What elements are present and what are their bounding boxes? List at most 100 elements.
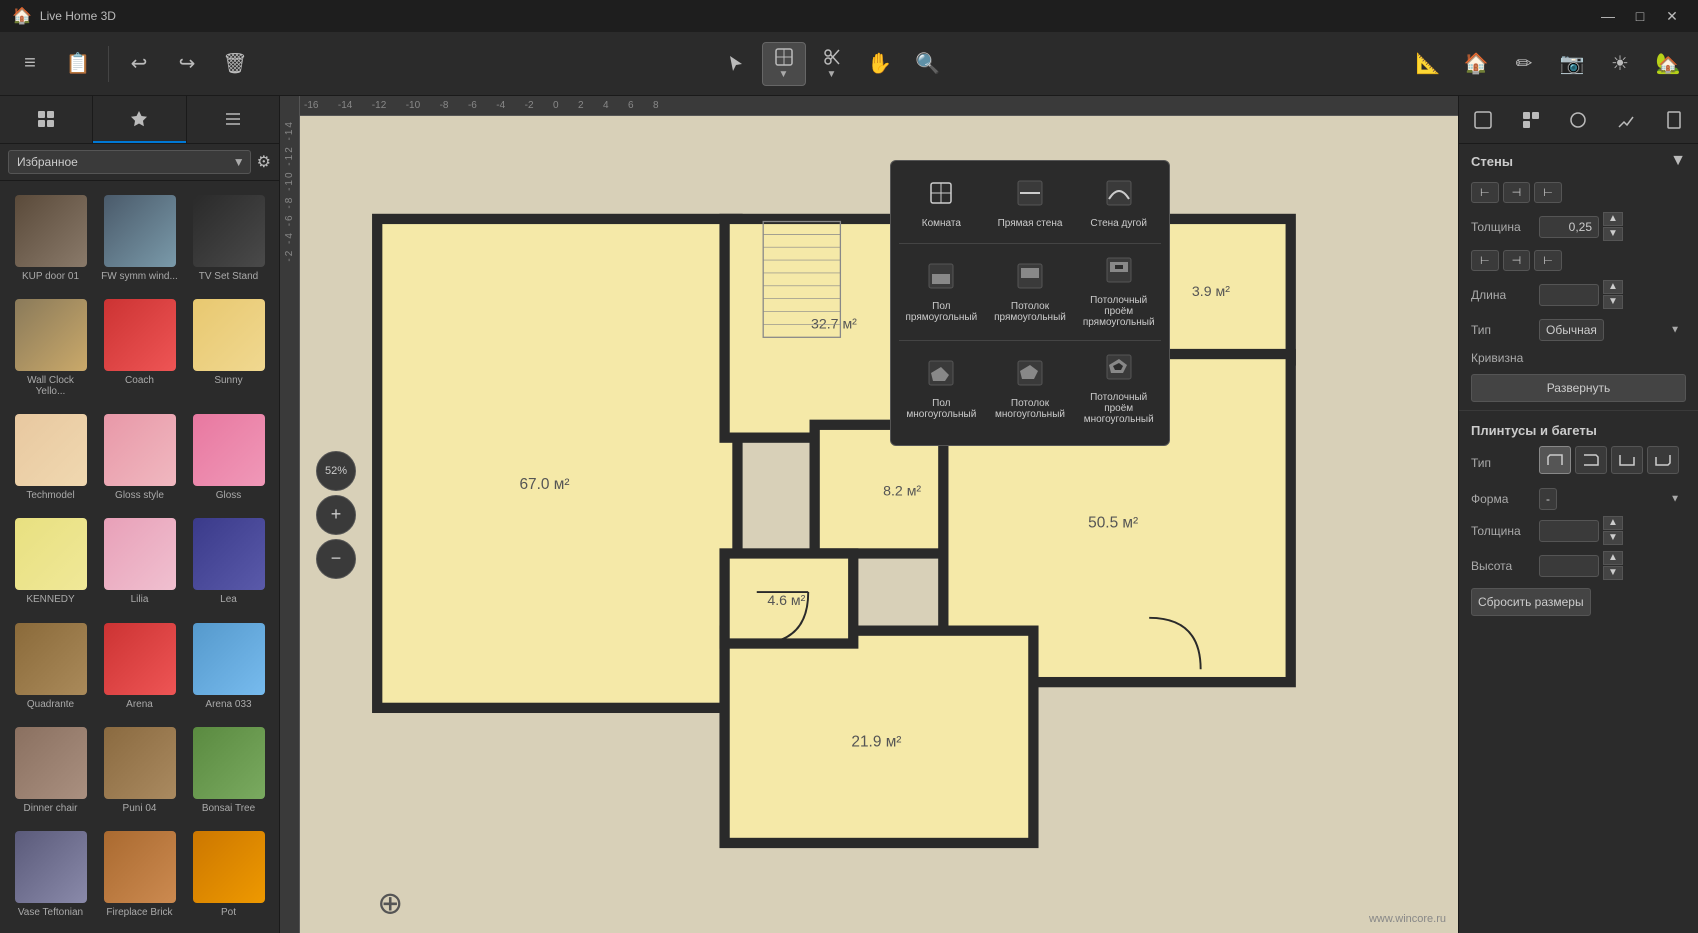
- title-bar: 🏠 Live Home 3D — □ ✕: [0, 0, 1698, 32]
- type-dropdown-icon: ▼: [1670, 325, 1680, 336]
- library-item-gloss-style[interactable]: Gloss style: [97, 408, 182, 508]
- type-select[interactable]: Обычная: [1539, 319, 1604, 341]
- poly-ceiling-hole-tool[interactable]: Потолочный проём многоугольный: [1076, 345, 1161, 433]
- room-tool[interactable]: Комната: [899, 169, 984, 239]
- edit2-button[interactable]: ✏: [1502, 42, 1546, 86]
- length-input[interactable]: [1539, 284, 1599, 306]
- align2-right-btn[interactable]: ⊢: [1534, 250, 1562, 271]
- plinth-type-4[interactable]: [1647, 446, 1679, 474]
- thickness-input[interactable]: [1539, 216, 1599, 238]
- right-tab-1[interactable]: [1459, 96, 1507, 143]
- category-dropdown-wrap[interactable]: Избранное ▼: [8, 150, 251, 174]
- select-tool[interactable]: [714, 42, 758, 86]
- poly-floor-tool[interactable]: Пол многоугольный: [899, 345, 984, 433]
- length-increment[interactable]: ▲: [1603, 280, 1623, 294]
- tab-grid[interactable]: [0, 96, 92, 143]
- plinth-thickness-input-row: ▲ ▼: [1539, 516, 1686, 545]
- rect-ceiling-tool[interactable]: Потолок прямоугольный: [988, 248, 1073, 336]
- menu-button[interactable]: ≡: [8, 42, 52, 86]
- thickness-increment[interactable]: ▲: [1603, 212, 1623, 226]
- library-item-tv-stand[interactable]: TV Set Stand: [186, 189, 271, 289]
- expand-button[interactable]: Развернуть: [1471, 374, 1686, 402]
- plinth-thickness-input[interactable]: [1539, 520, 1599, 542]
- tab-list[interactable]: [187, 96, 279, 143]
- plinth-thickness-row: Толщина ▲ ▼: [1471, 516, 1686, 545]
- tab-favorites[interactable]: [93, 96, 185, 143]
- plinth-height-input[interactable]: [1539, 555, 1599, 577]
- library-item-gloss[interactable]: Gloss: [186, 408, 271, 508]
- rect-floor-tool[interactable]: Пол прямоугольный: [899, 248, 984, 336]
- clipboard-button[interactable]: 📋: [56, 42, 100, 86]
- align-center-btn[interactable]: ⊣: [1503, 182, 1531, 203]
- search-button[interactable]: 🔍: [906, 42, 950, 86]
- build-menu-row3: Пол многоугольный Потолок многоугольный …: [899, 345, 1161, 433]
- plinth-form-select[interactable]: -: [1539, 488, 1557, 510]
- plinth-height-increment[interactable]: ▲: [1603, 551, 1623, 565]
- library-item-wall-clock[interactable]: Wall Clock Yello...: [8, 293, 93, 404]
- align-left-btn[interactable]: ⊢: [1471, 182, 1499, 203]
- length-decrement[interactable]: ▼: [1603, 295, 1623, 309]
- maximize-button[interactable]: □: [1626, 5, 1654, 27]
- plinth-thickness-increment[interactable]: ▲: [1603, 516, 1623, 530]
- edit-tool[interactable]: ▼: [810, 42, 854, 86]
- plinth-type-3[interactable]: [1611, 446, 1643, 474]
- library-item-kup-door[interactable]: KUP door 01: [8, 189, 93, 289]
- arc-wall-tool[interactable]: Стена дугой: [1076, 169, 1161, 239]
- home-view-button[interactable]: 🏠: [1454, 42, 1498, 86]
- plinth-type-1[interactable]: [1539, 446, 1571, 474]
- align-right-btn[interactable]: ⊢: [1534, 182, 1562, 203]
- library-item-quadrante[interactable]: Quadrante: [8, 617, 93, 717]
- canvas-area[interactable]: -16 -14 -12 -10 -8 -6 -4 -2 0 2 4 6 8 -2…: [280, 96, 1458, 933]
- right-tab-4[interactable]: [1602, 96, 1650, 143]
- align2-left-btn[interactable]: ⊢: [1471, 250, 1499, 271]
- pan-tool[interactable]: ✋: [858, 42, 902, 86]
- align2-center-btn[interactable]: ⊣: [1503, 250, 1531, 271]
- straight-wall-tool[interactable]: Прямая стена: [988, 169, 1073, 239]
- rect-ceiling-hole-tool[interactable]: Потолочный проём прямоугольный: [1076, 248, 1161, 336]
- zoom-in-button[interactable]: +: [316, 495, 356, 535]
- undo-button[interactable]: ↩: [117, 42, 161, 86]
- library-item-kennedy[interactable]: KENNEDY: [8, 512, 93, 612]
- reset-sizes-button[interactable]: Сбросить размеры: [1471, 588, 1591, 616]
- library-item-fw-window[interactable]: FW symm wind...: [97, 189, 182, 289]
- 3d-button[interactable]: 🏡: [1646, 42, 1690, 86]
- library-item-arena033[interactable]: Arena 033: [186, 617, 271, 717]
- left-tabs: [0, 96, 279, 144]
- library-item-puni[interactable]: Puni 04: [97, 721, 182, 821]
- library-item-techmodel[interactable]: Techmodel: [8, 408, 93, 508]
- right-tab-2[interactable]: [1507, 96, 1555, 143]
- right-tab-5[interactable]: [1650, 96, 1698, 143]
- poly-ceiling-tool[interactable]: Потолок многоугольный: [988, 345, 1073, 433]
- build-icon: [774, 47, 794, 67]
- camera-button[interactable]: 📷: [1550, 42, 1594, 86]
- delete-button[interactable]: 🗑: [213, 42, 257, 86]
- redo-button[interactable]: ↪: [165, 42, 209, 86]
- category-select[interactable]: Избранное: [8, 150, 251, 174]
- library-item-sunny[interactable]: Sunny: [186, 293, 271, 404]
- library-item-vase[interactable]: Vase Teftonian: [8, 825, 93, 925]
- thickness-decrement[interactable]: ▼: [1603, 227, 1623, 241]
- library-item-dinner-chair[interactable]: Dinner chair: [8, 721, 93, 821]
- library-item-bonsai[interactable]: Bonsai Tree: [186, 721, 271, 821]
- library-item-coach[interactable]: Coach: [97, 293, 182, 404]
- poly-ceiling-hole-icon: [1105, 353, 1133, 388]
- plinth-thickness-decrement[interactable]: ▼: [1603, 531, 1623, 545]
- minimize-button[interactable]: —: [1594, 5, 1622, 27]
- plinth-thickness-label: Толщина: [1471, 524, 1531, 538]
- plinth-type-2[interactable]: [1575, 446, 1607, 474]
- library-item-lilia[interactable]: Lilia: [97, 512, 182, 612]
- close-button[interactable]: ✕: [1658, 5, 1686, 27]
- library-item-lea[interactable]: Lea: [186, 512, 271, 612]
- library-item-pot[interactable]: Pot: [186, 825, 271, 925]
- library-item-arena[interactable]: Arena: [97, 617, 182, 717]
- zoom-out-button[interactable]: −: [316, 539, 356, 579]
- plinth-height-decrement[interactable]: ▼: [1603, 566, 1623, 580]
- right-tab-3[interactable]: [1555, 96, 1603, 143]
- library-item-fireplace[interactable]: Fireplace Brick: [97, 825, 182, 925]
- settings-button[interactable]: ⚙: [257, 152, 271, 172]
- measure-button[interactable]: 📐: [1406, 42, 1450, 86]
- light-button[interactable]: ☀: [1598, 42, 1642, 86]
- length-label: Длина: [1471, 288, 1531, 302]
- build-tool[interactable]: ▼: [762, 42, 806, 86]
- item-thumbnail: [104, 518, 176, 590]
